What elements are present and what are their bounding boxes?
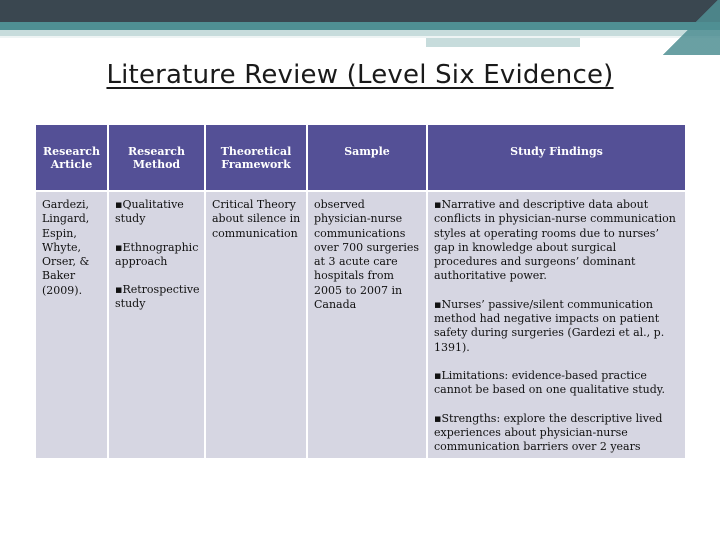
finding-item: ▪Narrative and descriptive data about co… xyxy=(434,198,676,283)
corner-wedge xyxy=(660,0,720,55)
header-study-findings: Study Findings xyxy=(426,125,685,192)
table-row: Gardezi, Lingard, Espin, Whyte, Orser, &… xyxy=(36,191,685,459)
header-research-method: Research Method xyxy=(107,125,205,192)
finding-item: ▪Limitations: evidence-based practice ca… xyxy=(434,368,665,397)
cell-framework: Critical Theory about silence in communi… xyxy=(204,191,307,459)
header-sample: Sample xyxy=(306,125,427,192)
method-item: ▪Qualitative study xyxy=(115,198,184,226)
cell-article: Gardezi, Lingard, Espin, Whyte, Orser, &… xyxy=(36,191,108,459)
table-header-row: Research Article Research Method Theoret… xyxy=(36,125,685,192)
cell-findings: ▪Narrative and descriptive data about co… xyxy=(426,191,685,459)
cell-method: ▪Qualitative study ▪Ethnographic approac… xyxy=(107,191,205,459)
literature-table: Research Article Research Method Theoret… xyxy=(36,125,685,459)
top-band-line xyxy=(0,36,720,38)
cell-sample: observed physician-nurse communications … xyxy=(306,191,427,459)
finding-item: ▪Nurses’ passive/silent communication me… xyxy=(434,297,665,354)
top-band-dark xyxy=(0,0,720,22)
top-band-notch xyxy=(426,38,580,47)
method-item: ▪Retrospective study xyxy=(115,283,200,311)
slide-title: Literature Review (Level Six Evidence) xyxy=(106,60,614,90)
finding-item: ▪Strengths: explore the descriptive live… xyxy=(434,411,663,454)
header-research-article: Research Article xyxy=(36,125,108,192)
header-theoretical-framework: Theoretical Framework xyxy=(204,125,307,192)
method-item: ▪Ethnographic approach xyxy=(115,240,199,268)
top-band-teal xyxy=(0,22,720,30)
